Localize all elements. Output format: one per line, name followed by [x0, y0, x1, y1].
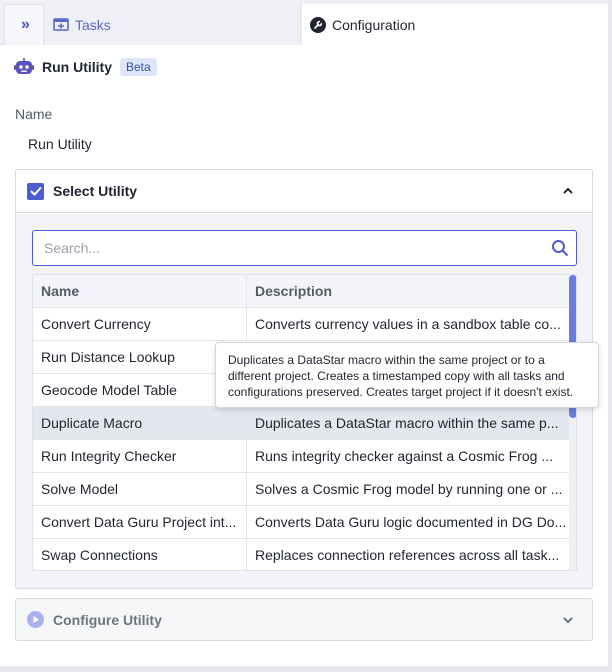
table-cell-name: Solve Model [33, 473, 247, 505]
table-row[interactable]: Convert Data Guru Project int... Convert… [33, 506, 576, 539]
table-cell-description: Converts currency values in a sandbox ta… [247, 308, 567, 340]
search-box[interactable] [32, 230, 577, 266]
tab-tasks-label: Tasks [75, 16, 111, 33]
table-cell-description: Replaces connection references across al… [247, 539, 567, 570]
cell-description-text: Runs integrity checker against a Cosmic … [255, 448, 554, 464]
configure-utility-title: Configure Utility [53, 611, 162, 628]
select-utility-header[interactable]: Select Utility [16, 170, 592, 213]
page-title: Run Utility [42, 59, 112, 75]
tasks-icon [53, 17, 69, 33]
cell-name-text: Geocode Model Table [41, 382, 177, 398]
cell-name-text: Solve Model [41, 481, 119, 497]
column-header-name[interactable]: Name [33, 275, 247, 307]
chevron-up-icon[interactable] [562, 184, 574, 200]
table-cell-name: Swap Connections [33, 539, 247, 570]
search-icon[interactable] [551, 239, 569, 260]
configuration-panel: » Tasks Configuration Run Utility Beta N… [0, 0, 608, 666]
expand-panel-button[interactable]: » [4, 4, 44, 45]
chevron-down-icon[interactable] [562, 613, 574, 629]
cell-description-text: Solves a Cosmic Frog model by running on… [255, 481, 563, 497]
table-cell-name: Convert Currency [33, 308, 247, 340]
double-chevron-right-icon: » [21, 16, 30, 33]
name-label: Name [15, 106, 53, 122]
table-header-row: Name Description [33, 275, 576, 308]
cell-name-text: Run Integrity Checker [41, 448, 177, 464]
column-header-description[interactable]: Description [247, 275, 567, 307]
cell-name-text: Run Distance Lookup [41, 349, 175, 365]
cell-description-text: Converts Data Guru logic documented in D… [255, 514, 567, 530]
table-cell-description: Duplicates a DataStar macro within the s… [247, 407, 567, 439]
configure-utility-header[interactable]: Configure Utility [15, 598, 593, 641]
check-icon [27, 182, 44, 200]
select-utility-title: Select Utility [53, 183, 138, 199]
name-value[interactable]: Run Utility [28, 136, 92, 152]
search-input[interactable] [44, 240, 534, 256]
beta-badge: Beta [120, 58, 157, 76]
table-row[interactable]: Solve Model Solves a Cosmic Frog model b… [33, 473, 576, 506]
tab-configuration-label: Configuration [332, 17, 416, 33]
table-cell-description: Runs integrity checker against a Cosmic … [247, 440, 567, 472]
robot-icon [14, 58, 34, 76]
table-row-selected[interactable]: Duplicate Macro Duplicates a DataStar ma… [33, 407, 576, 440]
tab-configuration[interactable]: Configuration [302, 4, 608, 46]
table-cell-name: Run Integrity Checker [33, 440, 247, 472]
table-row[interactable]: Convert Currency Converts currency value… [33, 308, 576, 341]
cell-description-text: Duplicates a DataStar macro within the s… [255, 415, 559, 431]
cell-name-text: Convert Data Guru Project int... [41, 514, 237, 530]
cell-description-text: Replaces connection references across al… [255, 547, 560, 563]
wrench-icon [310, 17, 326, 33]
table-cell-description: Solves a Cosmic Frog model by running on… [247, 473, 567, 505]
table-scrollbar[interactable] [569, 275, 576, 570]
description-tooltip: Duplicates a DataStar macro within the s… [215, 342, 599, 408]
play-icon [27, 611, 44, 628]
table-cell-description: Converts Data Guru logic documented in D… [247, 506, 567, 538]
cell-name-text: Swap Connections [41, 547, 158, 563]
cell-description-text: Converts currency values in a sandbox ta… [255, 316, 561, 332]
table-row[interactable]: Run Integrity Checker Runs integrity che… [33, 440, 576, 473]
tab-tasks[interactable]: Tasks [45, 4, 301, 45]
cell-name-text: Convert Currency [41, 316, 151, 332]
utility-title-row: Run Utility Beta [14, 56, 157, 78]
table-cell-name: Convert Data Guru Project int... [33, 506, 247, 538]
tab-bar: » Tasks Configuration [0, 0, 608, 46]
cell-name-text: Duplicate Macro [41, 415, 143, 431]
table-row[interactable]: Swap Connections Replaces connection ref… [33, 539, 576, 570]
utility-table: Name Description Convert Currency Conver… [32, 274, 577, 571]
table-cell-name: Duplicate Macro [33, 407, 247, 439]
